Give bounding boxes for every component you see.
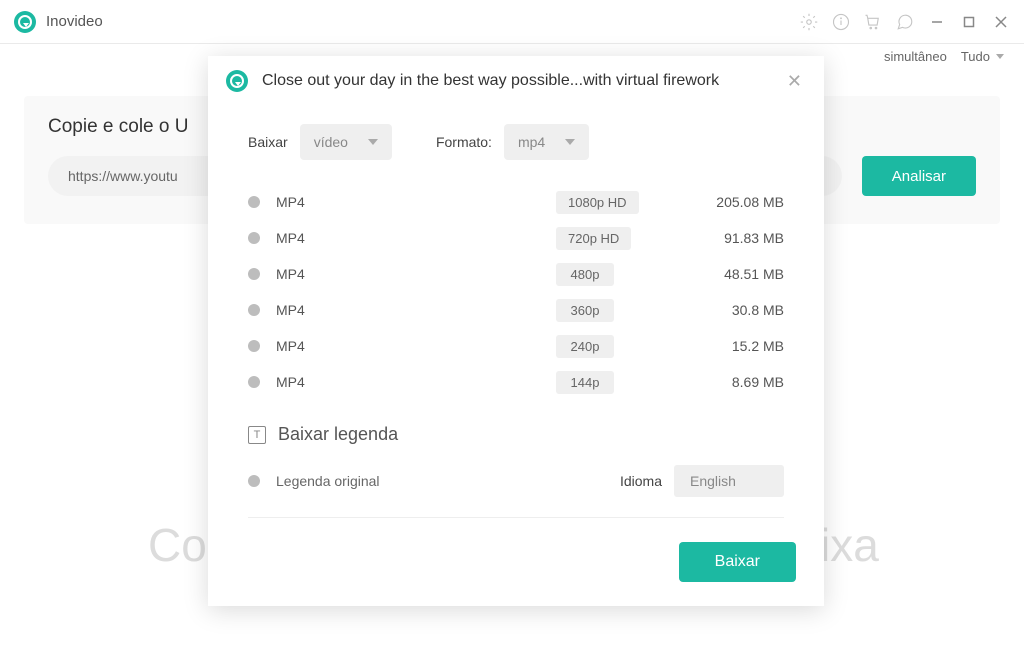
radio-icon[interactable] bbox=[248, 475, 260, 487]
format-row[interactable]: MP4 480p 48.51 MB bbox=[248, 256, 784, 292]
quality-badge: 1080p HD bbox=[556, 191, 639, 214]
chevron-down-icon bbox=[368, 139, 378, 145]
titlebar: Inovideo bbox=[0, 0, 1024, 44]
format-row[interactable]: MP4 360p 30.8 MB bbox=[248, 292, 784, 328]
format-name: MP4 bbox=[276, 194, 556, 210]
format-size: 8.69 MB bbox=[732, 374, 784, 390]
filter-value: Tudo bbox=[961, 49, 990, 64]
format-list: MP4 1080p HD 205.08 MB MP4 720p HD 91.83… bbox=[208, 184, 824, 400]
radio-icon[interactable] bbox=[248, 232, 260, 244]
format-value: mp4 bbox=[518, 134, 545, 150]
close-button[interactable] bbox=[992, 13, 1010, 31]
settings-icon[interactable] bbox=[800, 13, 818, 31]
format-size: 91.83 MB bbox=[724, 230, 784, 246]
subtitle-heading: T Baixar legenda bbox=[248, 424, 784, 445]
format-size: 48.51 MB bbox=[724, 266, 784, 282]
feedback-icon[interactable] bbox=[896, 13, 914, 31]
format-size: 15.2 MB bbox=[732, 338, 784, 354]
cart-icon[interactable] bbox=[864, 13, 882, 31]
quality-badge: 480p bbox=[556, 263, 614, 286]
language-label: Idioma bbox=[620, 473, 662, 489]
language-select[interactable]: English bbox=[674, 465, 784, 497]
language-value: English bbox=[690, 473, 736, 489]
download-type-value: vídeo bbox=[314, 134, 348, 150]
titlebar-actions bbox=[800, 13, 1010, 31]
info-icon[interactable] bbox=[832, 13, 850, 31]
format-name: MP4 bbox=[276, 374, 556, 390]
subtitle-row: Legenda original Idioma English bbox=[248, 465, 784, 497]
subtitle-icon: T bbox=[248, 426, 266, 444]
radio-icon[interactable] bbox=[248, 268, 260, 280]
app-logo-icon bbox=[14, 11, 36, 33]
download-type-label: Baixar bbox=[248, 134, 288, 150]
format-select[interactable]: mp4 bbox=[504, 124, 589, 160]
modal-controls: Baixar vídeo Formato: mp4 bbox=[208, 106, 824, 184]
modal-footer: Baixar bbox=[208, 518, 824, 606]
format-row[interactable]: MP4 240p 15.2 MB bbox=[248, 328, 784, 364]
format-size: 205.08 MB bbox=[716, 194, 784, 210]
filter-dropdown[interactable]: Tudo bbox=[961, 49, 1004, 64]
background-hint-text-right: ixa bbox=[820, 518, 879, 572]
quality-badge: 720p HD bbox=[556, 227, 631, 250]
simultaneous-label: simultâneo bbox=[884, 49, 947, 64]
radio-icon[interactable] bbox=[248, 196, 260, 208]
format-name: MP4 bbox=[276, 230, 556, 246]
format-label: Formato: bbox=[436, 134, 492, 150]
format-name: MP4 bbox=[276, 302, 556, 318]
radio-icon[interactable] bbox=[248, 340, 260, 352]
format-name: MP4 bbox=[276, 266, 556, 282]
format-row[interactable]: MP4 720p HD 91.83 MB bbox=[248, 220, 784, 256]
analyze-button[interactable]: Analisar bbox=[862, 156, 976, 196]
modal-title: Close out your day in the best way possi… bbox=[262, 72, 783, 90]
modal-logo-icon bbox=[226, 70, 248, 92]
modal-close-button[interactable]: ✕ bbox=[783, 71, 806, 92]
subtitle-title: Baixar legenda bbox=[278, 424, 398, 445]
maximize-button[interactable] bbox=[960, 13, 978, 31]
download-modal: Close out your day in the best way possi… bbox=[208, 56, 824, 606]
chevron-down-icon bbox=[565, 139, 575, 145]
quality-badge: 240p bbox=[556, 335, 614, 358]
quality-badge: 360p bbox=[556, 299, 614, 322]
format-row[interactable]: MP4 144p 8.69 MB bbox=[248, 364, 784, 400]
format-row[interactable]: MP4 1080p HD 205.08 MB bbox=[248, 184, 784, 220]
subtitle-option: Legenda original bbox=[276, 473, 380, 489]
chevron-down-icon bbox=[996, 54, 1004, 59]
format-name: MP4 bbox=[276, 338, 556, 354]
subtitle-section: T Baixar legenda Legenda original Idioma… bbox=[208, 400, 824, 497]
format-size: 30.8 MB bbox=[732, 302, 784, 318]
modal-header: Close out your day in the best way possi… bbox=[208, 56, 824, 106]
quality-badge: 144p bbox=[556, 371, 614, 394]
download-button[interactable]: Baixar bbox=[679, 542, 796, 582]
minimize-button[interactable] bbox=[928, 13, 946, 31]
download-type-select[interactable]: vídeo bbox=[300, 124, 392, 160]
radio-icon[interactable] bbox=[248, 376, 260, 388]
app-title: Inovideo bbox=[46, 13, 103, 30]
background-hint-text: Co bbox=[148, 518, 207, 572]
radio-icon[interactable] bbox=[248, 304, 260, 316]
